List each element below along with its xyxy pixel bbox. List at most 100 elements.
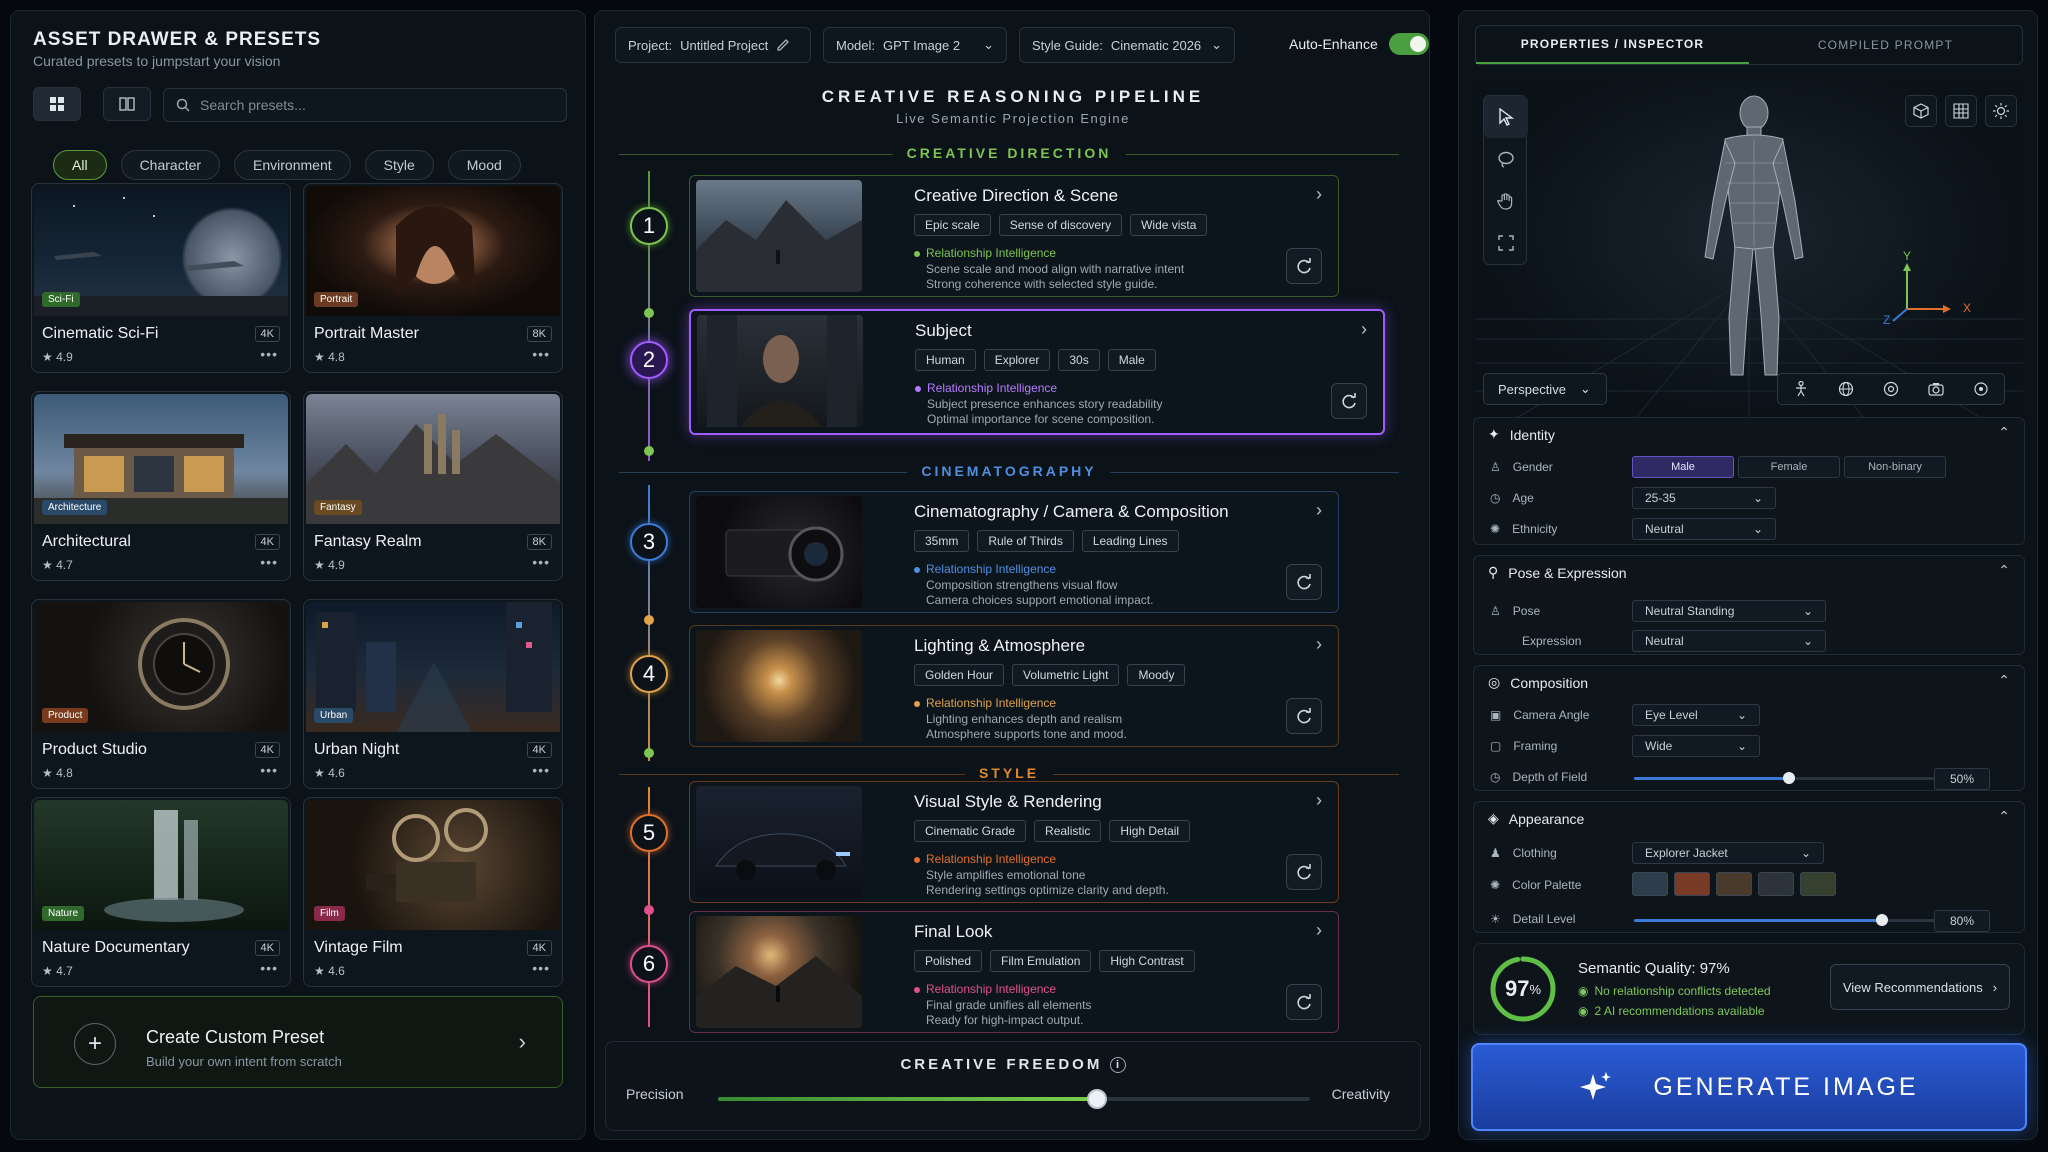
step-tag[interactable]: Rule of Thirds xyxy=(977,530,1074,552)
material-icon[interactable] xyxy=(1883,381,1899,397)
auto-enhance-toggle[interactable] xyxy=(1389,33,1429,55)
pipeline-step-lighting[interactable]: Lighting & Atmosphere › Golden Hour Volum… xyxy=(689,625,1339,747)
step-tag[interactable]: Male xyxy=(1107,349,1156,371)
more-options-button[interactable]: ••• xyxy=(260,346,278,362)
step-tag[interactable]: High Detail xyxy=(1109,820,1191,842)
ethnicity-dropdown[interactable]: Neutral ⌄ xyxy=(1632,518,1776,540)
step-tag[interactable]: Polished xyxy=(914,950,983,972)
pipeline-step-visual-style[interactable]: Visual Style & Rendering › Cinematic Gra… xyxy=(689,781,1339,903)
depth-of-field-slider[interactable] xyxy=(1634,772,1944,784)
step-tag[interactable]: High Contrast xyxy=(1099,950,1195,972)
pipeline-step-subject[interactable]: Subject › Human Explorer 30s Male Relations… xyxy=(689,309,1385,435)
clothing-dropdown[interactable]: Explorer Jacket ⌄ xyxy=(1632,842,1824,864)
step-tag[interactable]: Volumetric Light xyxy=(1012,664,1120,686)
color-swatch[interactable] xyxy=(1674,872,1710,896)
camera-angle-dropdown[interactable]: Eye Level ⌄ xyxy=(1632,704,1760,726)
section-header[interactable]: ◎ Composition xyxy=(1488,674,1588,691)
step-tag[interactable]: Golden Hour xyxy=(914,664,1005,686)
model-selector[interactable]: Model: GPT Image 2 ⌄ xyxy=(823,27,1007,63)
preset-card[interactable]: Product Product Studio 4K ★ 4.8 ••• xyxy=(31,599,291,789)
step-tag[interactable]: Epic scale xyxy=(914,214,991,236)
step-tag[interactable]: Film Emulation xyxy=(990,950,1092,972)
create-custom-preset-button[interactable]: + Create Custom Preset Build your own in… xyxy=(33,996,563,1088)
fullscreen-button[interactable] xyxy=(1484,222,1528,264)
pipeline-step-cinematography[interactable]: Cinematography / Camera & Composition › … xyxy=(689,491,1339,613)
info-icon[interactable]: i xyxy=(1109,1057,1126,1074)
more-options-button[interactable]: ••• xyxy=(532,346,550,362)
more-options-button[interactable]: ••• xyxy=(260,762,278,778)
gender-option-female[interactable]: Female xyxy=(1738,456,1840,478)
more-options-button[interactable]: ••• xyxy=(260,960,278,976)
more-options-button[interactable]: ••• xyxy=(532,762,550,778)
pan-tool-button[interactable] xyxy=(1484,180,1528,222)
chevron-right-icon[interactable]: › xyxy=(1316,920,1322,941)
preset-card[interactable]: Fantasy Fantasy Realm 8K ★ 4.9 ••• xyxy=(303,391,563,581)
slider-handle[interactable] xyxy=(1086,1089,1107,1109)
view-recommendations-button[interactable]: View Recommendations › xyxy=(1830,964,2010,1010)
slider-handle[interactable] xyxy=(1876,914,1888,926)
view-mode-dropdown[interactable]: Perspective ⌄ xyxy=(1483,373,1607,405)
section-header[interactable]: ◈ Appearance xyxy=(1488,810,1584,827)
preset-card[interactable]: Film Vintage Film 4K ★ 4.6 ••• xyxy=(303,797,563,987)
preset-card[interactable]: Urban Urban Night 4K ★ 4.6 ••• xyxy=(303,599,563,789)
filter-character[interactable]: Character xyxy=(120,150,221,180)
filter-all[interactable]: All xyxy=(53,150,107,180)
cube-view-button[interactable] xyxy=(1905,95,1937,127)
step-tag[interactable]: Leading Lines xyxy=(1081,530,1179,552)
tab-properties[interactable]: PROPERTIES / INSPECTOR xyxy=(1476,26,1749,64)
depth-of-field-value[interactable]: 50% xyxy=(1934,768,1990,790)
select-tool-button[interactable] xyxy=(1484,96,1528,138)
section-header[interactable]: ⚲ Pose & Expression xyxy=(1488,564,1627,581)
step-tag[interactable]: Wide vista xyxy=(1130,214,1208,236)
pipeline-step-creative-direction[interactable]: Creative Direction & Scene › Epic scale S… xyxy=(689,175,1339,297)
chevron-up-icon[interactable]: ⌃ xyxy=(1998,424,2010,441)
gender-option-nonbinary[interactable]: Non-binary xyxy=(1844,456,1946,478)
tab-compiled-prompt[interactable]: COMPILED PROMPT xyxy=(1749,26,2022,64)
step-tag[interactable]: 30s xyxy=(1058,349,1100,371)
globe-icon[interactable] xyxy=(1838,381,1854,397)
refresh-button[interactable] xyxy=(1286,698,1322,734)
expression-dropdown[interactable]: Neutral ⌄ xyxy=(1632,630,1826,652)
refresh-button[interactable] xyxy=(1286,854,1322,890)
refresh-button[interactable] xyxy=(1331,383,1367,419)
grid-view-button[interactable] xyxy=(33,87,81,121)
preset-card[interactable]: Nature Nature Documentary 4K ★ 4.7 ••• xyxy=(31,797,291,987)
human-mannequin-model[interactable] xyxy=(1689,93,1819,383)
pose-icon[interactable] xyxy=(1793,381,1809,397)
detail-level-value[interactable]: 80% xyxy=(1934,910,1990,932)
filter-style[interactable]: Style xyxy=(364,150,434,180)
chevron-up-icon[interactable]: ⌃ xyxy=(1998,808,2010,825)
age-dropdown[interactable]: 25-35 ⌄ xyxy=(1632,487,1776,509)
filter-mood[interactable]: Mood xyxy=(447,150,521,180)
preset-card[interactable]: Sci-Fi Cinematic Sci-Fi 4K ★ 4.9 ••• xyxy=(31,183,291,373)
camera-icon[interactable] xyxy=(1928,381,1944,397)
style-guide-selector[interactable]: Style Guide: Cinematic 2026 ⌄ xyxy=(1019,27,1235,63)
preset-card[interactable]: Architecture Architectural 4K ★ 4.7 ••• xyxy=(31,391,291,581)
color-swatch[interactable] xyxy=(1800,872,1836,896)
list-view-button[interactable] xyxy=(103,87,151,121)
step-tag[interactable]: Sense of discovery xyxy=(998,214,1123,236)
search-input[interactable]: Search presets... xyxy=(163,88,567,122)
step-tag[interactable]: Explorer xyxy=(983,349,1051,371)
refresh-button[interactable] xyxy=(1286,984,1322,1020)
color-swatch[interactable] xyxy=(1716,872,1752,896)
chevron-right-icon[interactable]: › xyxy=(1361,319,1367,340)
step-tag[interactable]: 35mm xyxy=(914,530,970,552)
3d-viewport[interactable]: Y X Z Perspective ⌄ xyxy=(1475,79,2023,419)
slider-handle[interactable] xyxy=(1783,772,1795,784)
generate-image-button[interactable]: GENERATE IMAGE xyxy=(1471,1043,2027,1131)
step-tag[interactable]: Cinematic Grade xyxy=(914,820,1027,842)
refresh-button[interactable] xyxy=(1286,248,1322,284)
chevron-up-icon[interactable]: ⌃ xyxy=(1998,672,2010,689)
lighting-button[interactable] xyxy=(1985,95,2017,127)
chevron-right-icon[interactable]: › xyxy=(1316,634,1322,655)
preset-card[interactable]: Portrait Portrait Master 8K ★ 4.8 ••• xyxy=(303,183,563,373)
color-swatch[interactable] xyxy=(1758,872,1794,896)
more-options-button[interactable]: ••• xyxy=(532,960,550,976)
chevron-right-icon[interactable]: › xyxy=(1316,184,1322,205)
framing-dropdown[interactable]: Wide ⌄ xyxy=(1632,735,1760,757)
gender-option-male[interactable]: Male xyxy=(1632,456,1734,478)
project-selector[interactable]: Project: Untitled Project xyxy=(615,27,811,63)
step-tag[interactable]: Human xyxy=(915,349,976,371)
step-tag[interactable]: Realistic xyxy=(1034,820,1102,842)
